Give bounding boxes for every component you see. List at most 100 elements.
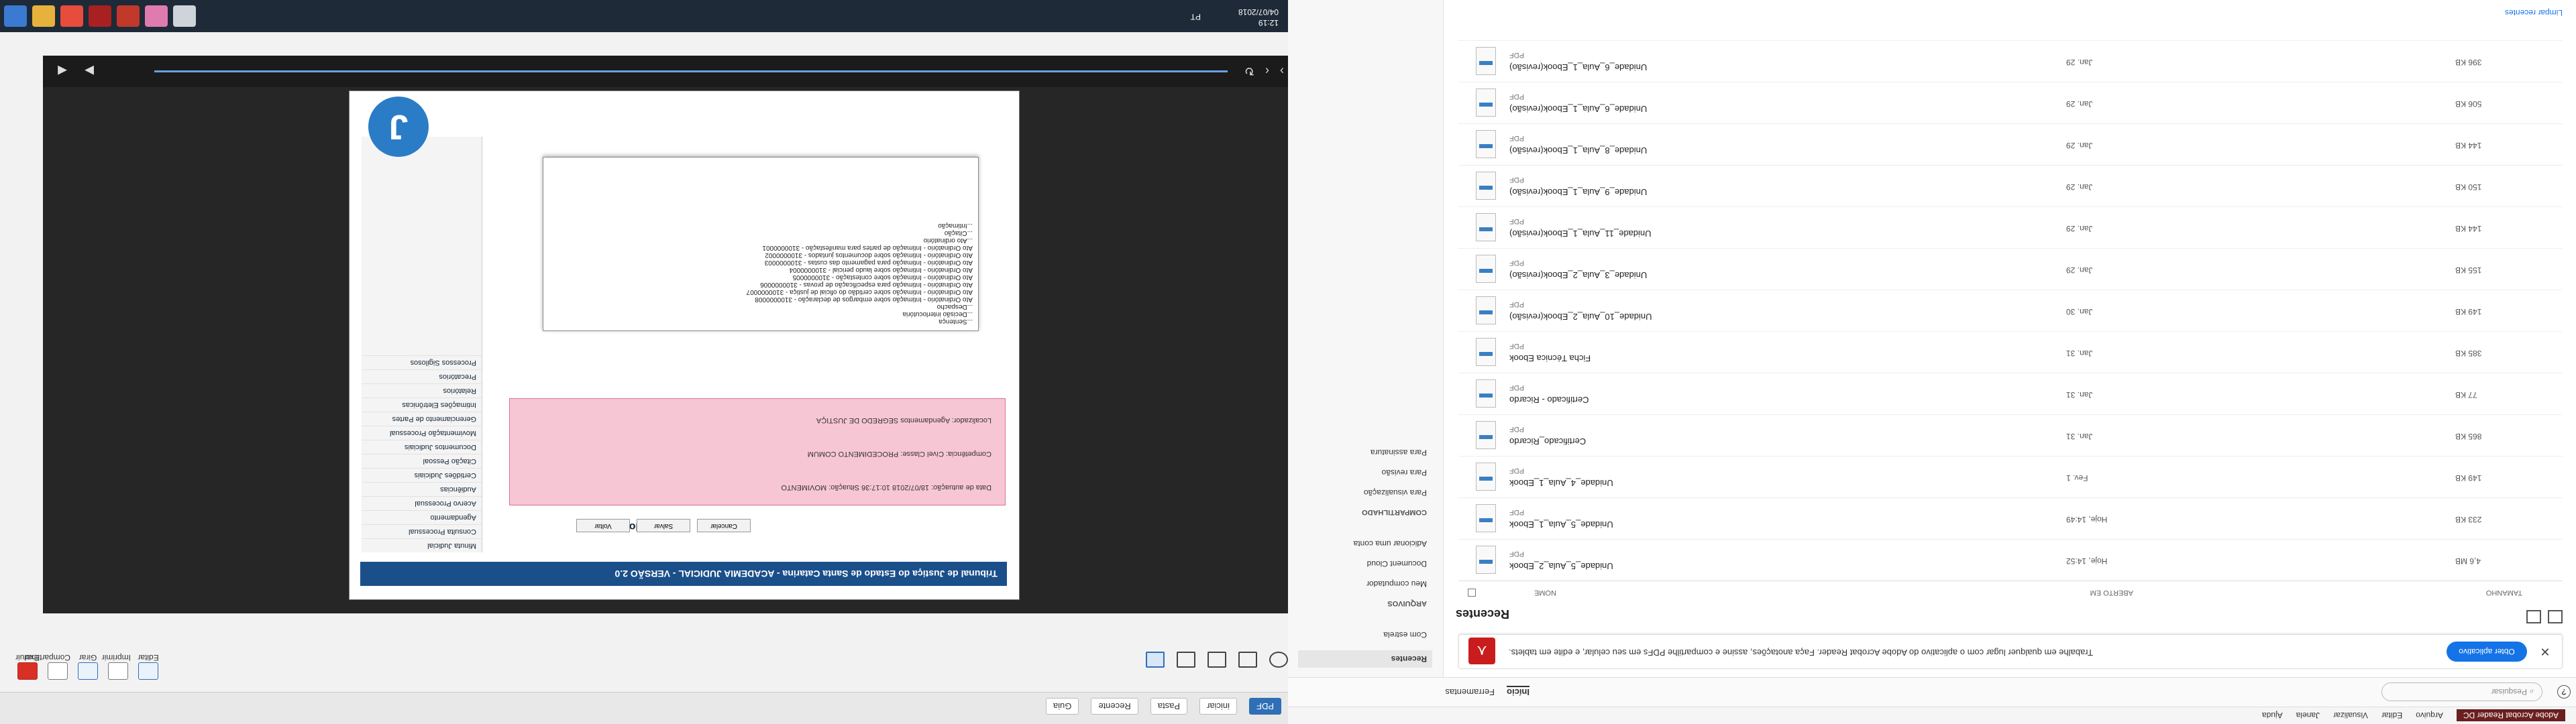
doc-menu-item[interactable]: Consulta Processual	[362, 524, 482, 538]
clear-recent-link[interactable]: Limpar recentes	[2505, 8, 2563, 17]
sidebar-item-starred[interactable]: Com estrela	[1298, 626, 1432, 644]
doc-menu-item[interactable]: Certidões Judiciais	[362, 468, 482, 482]
dropdown-option[interactable]: Ato Ordinatório - Intimação de partes pa…	[549, 244, 973, 251]
settings-icon[interactable]	[1269, 652, 1288, 668]
close-icon[interactable]: ✕	[2538, 644, 2553, 659]
table-row[interactable]: Unidade_9_Aula_1_Ebook(revisão) PDF Jan. 2…	[1458, 165, 2563, 206]
table-row[interactable]: Unidade_5_Aula_2_Ebook PDF Hoje, 14:52 4,6 …	[1458, 539, 2563, 581]
doc-menu-item[interactable]: Documentos Judiciais	[362, 440, 482, 454]
fit-view-icon[interactable]	[1146, 652, 1165, 668]
grid-view-icon[interactable]	[2548, 610, 2563, 623]
app-icon[interactable]	[173, 5, 196, 27]
rotate-tool[interactable]: Girar	[75, 653, 101, 680]
doc-menu-item[interactable]: Relatórios	[362, 383, 482, 398]
dropdown-option[interactable]: Ato Ordinatório - Intimação sobre certid…	[549, 288, 973, 296]
get-app-button[interactable]: Obter aplicativo	[2447, 642, 2527, 662]
sidebar-item-add-account[interactable]: Adicionar uma conta	[1298, 535, 1432, 552]
chrome-icon[interactable]	[60, 5, 83, 27]
col-size[interactable]: TAMANHO	[2486, 589, 2522, 597]
dropdown-option[interactable]: Ato Ordinatório - Intimação sobre embarg…	[549, 296, 973, 303]
doc-menu-item[interactable]: Processos Sigilosos	[362, 355, 482, 369]
page-view-icon[interactable]	[1177, 652, 1195, 668]
menu-janela[interactable]: Janela	[2296, 711, 2320, 721]
col-opened[interactable]: ABERTO EM	[2090, 589, 2133, 597]
col-name[interactable]: NOME	[1534, 589, 1556, 597]
tab-inicio[interactable]: Início	[1507, 686, 1529, 697]
language-indicator[interactable]: PT	[1191, 12, 1201, 21]
doc-menu-item[interactable]: Citação Pessoal	[362, 454, 482, 468]
app-icon[interactable]	[145, 5, 168, 27]
doc-menu-item[interactable]: Intimações Eletrônicas	[362, 398, 482, 412]
table-row[interactable]: Unidade_4_Aula_1_Ebook PDF Fev. 1 149 KB	[1458, 456, 2563, 497]
sidebar-item-cloud[interactable]: Document Cloud	[1298, 555, 1432, 572]
dropdown-option[interactable]: ...Sentença	[549, 318, 973, 325]
list-view-icon[interactable]	[2526, 610, 2541, 623]
table-row[interactable]: Unidade_6_Aula_1_Ebook(revisão) PDF Jan. 2…	[1458, 40, 2563, 82]
menu-visualizar[interactable]: Visualizar	[2333, 711, 2368, 721]
doc-menu-item[interactable]: Gerenciamento de Partes	[362, 412, 482, 426]
dropdown-option[interactable]: ...Ato ordinatório	[549, 237, 973, 244]
menu-arquivo[interactable]: Arquivo	[2416, 711, 2443, 721]
dropdown-option[interactable]: Ato Ordinatório - Intimação sobre docume…	[549, 251, 973, 259]
dropdown-option[interactable]: Ato Ordinatório - Intimação sobre contes…	[549, 274, 973, 281]
dropdown-option[interactable]: Ato Ordinatório - Intimação para pagamen…	[549, 259, 973, 266]
dropdown-option[interactable]: ...Despacho	[549, 303, 973, 310]
minuta-type-dropdown[interactable]: ...Sentença ...Decisão interlocutória ..…	[543, 157, 979, 331]
play-icon[interactable]: ▶	[85, 64, 94, 78]
tablet-view-icon[interactable]	[1238, 652, 1257, 668]
table-row[interactable]: Unidade_10_Aula_2_Ebook(revisão) PDF Jan. …	[1458, 290, 2563, 331]
salvar-button[interactable]: Salvar	[637, 519, 690, 532]
sidebar-item-sign[interactable]: Para assinatura	[1298, 444, 1432, 461]
doc-menu-item[interactable]: Acervo Processual	[362, 496, 482, 510]
acrobat-taskbar-icon[interactable]	[89, 5, 111, 27]
cancelar-button[interactable]: Cancelar	[697, 519, 751, 532]
voltar-button[interactable]: Voltar	[576, 519, 630, 532]
print-tool[interactable]: Imprimir	[102, 653, 131, 680]
sidebar-item-view[interactable]: Para visualização	[1298, 484, 1432, 501]
tab-pasta[interactable]: Pasta	[1150, 698, 1188, 715]
doc-menu-item[interactable]: Agendamento	[362, 510, 482, 524]
table-row[interactable]: Ficha Técnica Ebook PDF Jan. 31 385 KB	[1458, 331, 2563, 373]
tab-ferramentas[interactable]: Ferramentas	[1445, 686, 1495, 697]
doc-menu-item[interactable]: Precatórios	[362, 369, 482, 383]
doc-menu-item[interactable]: Audiências	[362, 482, 482, 496]
search-input[interactable]: ⌕ Pesquisar	[2381, 682, 2542, 701]
doc-menu-item[interactable]: Minuta Judicial	[362, 538, 482, 552]
sidebar-item-recentes[interactable]: Recentes	[1298, 650, 1432, 668]
tab-pdf[interactable]: PDF	[1249, 698, 1281, 715]
table-row[interactable]: Unidade_3_Aula_2_Ebook(revisão) PDF Jan. 2…	[1458, 248, 2563, 290]
table-row[interactable]: Certificado_Ricardo PDF Jan. 31 865 KB	[1458, 414, 2563, 456]
menu-ajuda[interactable]: Ajuda	[2262, 711, 2283, 721]
help-icon[interactable]: ?	[2557, 685, 2571, 699]
start-icon[interactable]	[4, 5, 27, 27]
table-row[interactable]: Unidade_6_Aula_1_Ebook(revisão) PDF Jan. 2…	[1458, 82, 2563, 123]
back-icon[interactable]: ‹	[1265, 64, 1269, 78]
menu-editar[interactable]: Editar	[2381, 711, 2402, 721]
refresh-icon[interactable]: ↻	[1244, 64, 1254, 78]
table-row[interactable]: Unidade_5_Aula_1_Ebook PDF Hoje, 14:49 233 …	[1458, 497, 2563, 539]
tab-guia[interactable]: Guia	[1045, 698, 1079, 715]
doc-menu-item[interactable]: Movimentação Processual	[362, 426, 482, 440]
edit-tool[interactable]: Editar	[136, 653, 161, 680]
prev-icon[interactable]: ◀	[58, 64, 67, 78]
forward-icon[interactable]: ›	[1280, 64, 1284, 78]
dropdown-option[interactable]: ...Decisão interlocutória	[549, 310, 973, 318]
dropdown-option[interactable]: Ato Ordinatório - Intimação para especif…	[549, 281, 973, 288]
taskbar-clock[interactable]: 12:19 04/07/2018	[1238, 7, 1279, 28]
sidebar-item-computer[interactable]: Meu computador	[1298, 575, 1432, 593]
table-row[interactable]: Unidade_11_Aula_1_Ebook(revisão) PDF Jan. …	[1458, 206, 2563, 248]
share-tool[interactable]: Compartilhar	[24, 653, 70, 680]
table-row[interactable]: Unidade_8_Aula_1_Ebook(revisão) PDF Jan. 2…	[1458, 123, 2563, 165]
table-row[interactable]: Certificado - Ricardo PDF Jan. 31 77 KB	[1458, 373, 2563, 414]
app-icon[interactable]	[117, 5, 140, 27]
dropdown-option[interactable]: Ato Ordinatório - Intimação sobre laudo …	[549, 266, 973, 274]
select-all-checkbox[interactable]	[1468, 589, 1476, 597]
progress-track[interactable]	[154, 70, 1228, 72]
dropdown-option[interactable]: ...Intimação	[549, 222, 973, 229]
dropdown-option[interactable]: ...Citação	[549, 229, 973, 237]
explorer-icon[interactable]	[32, 5, 55, 27]
phone-view-icon[interactable]	[1208, 652, 1226, 668]
sidebar-item-review[interactable]: Para revisão	[1298, 464, 1432, 481]
tab-iniciar[interactable]: iniciar	[1199, 698, 1237, 715]
tab-recente[interactable]: Recente	[1091, 698, 1138, 715]
